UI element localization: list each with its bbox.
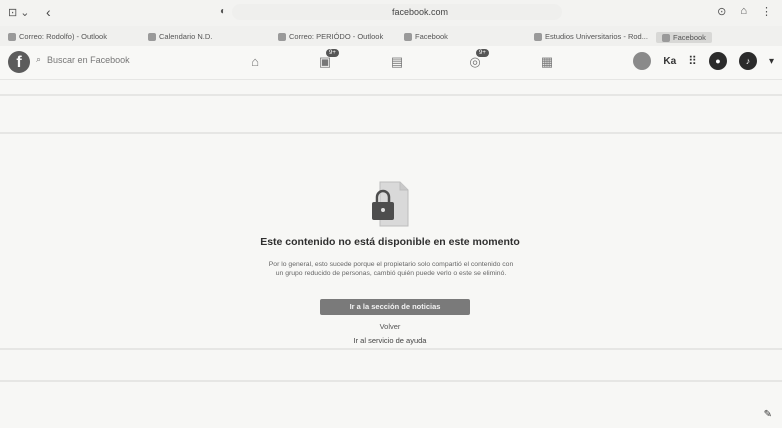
scan-artifact <box>0 348 782 350</box>
page-title: Este contenido no está disponible en est… <box>260 236 520 248</box>
notifications-icon[interactable]: ♪ <box>738 52 757 70</box>
back-link[interactable]: Volver <box>353 322 427 331</box>
watch-icon[interactable]: ▣ 9+ <box>316 49 339 70</box>
watch-badge: 9+ <box>326 49 339 57</box>
home-icon[interactable]: ⌂ <box>246 54 264 70</box>
main-content: Este contenido no está disponible en est… <box>0 80 782 428</box>
edit-icon[interactable]: ✎ <box>764 409 772 420</box>
facebook-header: f ⌕ Buscar en Facebook ⌂ ▣ 9+ ▤ ◎ 9+ ▦ K… <box>0 46 782 80</box>
avatar[interactable] <box>633 52 652 70</box>
menu-icon[interactable]: ⋮ <box>761 5 772 18</box>
bookmark-item[interactable]: Estudios Universitarios - Rod... <box>534 32 648 41</box>
scan-artifact <box>0 380 782 382</box>
window-menu-icon[interactable]: ⊡ ⌄ <box>8 6 30 19</box>
bookmark-item-active[interactable]: Facebook <box>656 32 712 43</box>
browser-toolbar: ⊡ ⌄ ‹ ◐ facebook.com ⊙ ⌂ ⋮ <box>0 0 782 26</box>
scan-artifact <box>0 132 782 134</box>
messenger-icon[interactable]: ● <box>708 52 727 70</box>
url-text[interactable]: facebook.com <box>360 7 480 17</box>
page-description: Por lo general, esto sucede porque el pr… <box>268 261 514 277</box>
scan-artifact <box>0 94 782 96</box>
gaming-icon[interactable]: ▦ <box>538 54 556 70</box>
groups-badge: 9+ <box>476 49 489 57</box>
bookmarks-bar: Correo: Rodolfo) - Outlook Calendario N.… <box>0 26 782 46</box>
site-info-icon[interactable]: ◐ <box>220 6 226 17</box>
search-icon: ⌕ <box>36 54 42 64</box>
facebook-icon <box>662 33 670 42</box>
outlook-icon <box>278 32 286 41</box>
back-arrow-icon[interactable]: ‹ <box>46 4 51 20</box>
go-to-news-feed-button[interactable]: Ir a la sección de noticias <box>320 299 470 315</box>
facebook-icon <box>404 32 412 41</box>
help-center-link[interactable]: Ir al servicio de ayuda <box>330 336 450 345</box>
facebook-logo-icon[interactable]: f <box>8 51 30 73</box>
bookmark-item[interactable]: Correo: PERIÓDO - Outlook <box>278 32 383 41</box>
account-chevron-down-icon[interactable]: ▾ <box>769 56 774 67</box>
profile-name[interactable]: Ka <box>663 56 676 67</box>
bookmark-item[interactable]: Calendario N.D. <box>148 32 212 41</box>
outlook-icon <box>8 32 16 41</box>
menu-grid-icon[interactable]: ⠿ <box>688 54 697 68</box>
document-icon <box>534 32 542 41</box>
bookmark-item[interactable]: Correo: Rodolfo) - Outlook <box>8 32 107 41</box>
marketplace-icon[interactable]: ▤ <box>388 54 406 70</box>
extensions-icon[interactable]: ⌂ <box>740 5 747 18</box>
content-locked-illustration-icon <box>372 181 409 227</box>
search-input[interactable]: ⌕ Buscar en Facebook <box>36 54 130 65</box>
download-icon[interactable]: ⊙ <box>717 5 726 18</box>
calendar-icon <box>148 32 156 41</box>
bookmark-item[interactable]: Facebook <box>404 32 448 41</box>
groups-icon[interactable]: ◎ 9+ <box>466 49 489 70</box>
